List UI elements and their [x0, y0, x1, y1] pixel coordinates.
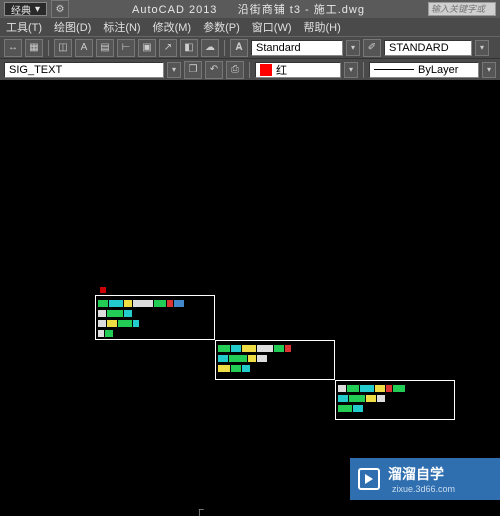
- block-content: [216, 341, 334, 377]
- watermark-brand: 溜溜自学: [388, 464, 455, 484]
- block-content: [336, 381, 454, 417]
- layer-select[interactable]: SIG_TEXT: [4, 62, 164, 78]
- separator: [363, 62, 364, 78]
- separator: [224, 40, 225, 56]
- textstyle-dropdown[interactable]: ▾: [346, 40, 360, 56]
- color-select[interactable]: 红: [255, 62, 341, 78]
- drawing-block[interactable]: [335, 380, 455, 420]
- layer-dropdown[interactable]: ▾: [167, 62, 181, 78]
- title-text: AutoCAD 2013 沿街商铺 t3 - 施工.dwg: [69, 1, 428, 17]
- text-icon[interactable]: A: [75, 39, 93, 57]
- drawing-block[interactable]: [215, 340, 335, 380]
- document-name: 沿街商铺 t3 - 施工.dwg: [238, 4, 365, 16]
- dimstyle-dropdown[interactable]: ▾: [475, 40, 489, 56]
- dimstyle-value: STANDARD: [389, 42, 449, 54]
- marker-icon: [100, 287, 106, 293]
- styles-toolbar: ↔ ▦ ◫ A ▤ ⊢ ▣ ↗ ◧ ☁ 𝐀 Standard ▾ ✐ STAND…: [0, 36, 500, 58]
- dimstyle-select[interactable]: STANDARD: [384, 40, 472, 56]
- drawing-canvas[interactable]: ┌: [0, 80, 500, 500]
- search-input[interactable]: [428, 2, 496, 16]
- app-name: AutoCAD 2013: [132, 4, 217, 16]
- menu-modify[interactable]: 修改(M): [153, 19, 192, 35]
- menu-dimension[interactable]: 标注(N): [103, 19, 140, 35]
- field-icon[interactable]: ▣: [138, 39, 156, 57]
- layer-value: SIG_TEXT: [9, 64, 62, 76]
- dim-icon[interactable]: ⊢: [117, 39, 135, 57]
- ucs-icon: ┌: [195, 502, 204, 516]
- drawing-block[interactable]: [95, 295, 215, 340]
- distance-icon[interactable]: ↔: [4, 39, 22, 57]
- block-icon[interactable]: ◫: [54, 39, 72, 57]
- menu-window[interactable]: 窗口(W): [252, 19, 292, 35]
- properties-toolbar: SIG_TEXT ▾ ❐ ↶ ⎙ 红 ▾ ByLayer ▾: [0, 58, 500, 80]
- textstyle-icon[interactable]: 𝐀: [230, 39, 248, 57]
- textstyle-select[interactable]: Standard: [251, 40, 343, 56]
- color-value: 红: [276, 62, 287, 78]
- textstyle-value: Standard: [256, 42, 301, 54]
- separator: [48, 40, 49, 56]
- layer-manager-icon[interactable]: ❐: [184, 61, 202, 79]
- menu-help[interactable]: 帮助(H): [304, 19, 341, 35]
- play-icon: [358, 468, 380, 490]
- separator: [249, 62, 250, 78]
- menu-bar: 工具(T) 绘图(D) 标注(N) 修改(M) 参数(P) 窗口(W) 帮助(H…: [0, 18, 500, 36]
- linetype-sample: [374, 69, 414, 70]
- watermark-url: zixue.3d66.com: [392, 484, 455, 494]
- linetype-value: ByLayer: [418, 64, 458, 76]
- color-dropdown[interactable]: ▾: [344, 62, 358, 78]
- watermark-badge: 溜溜自学 zixue.3d66.com: [350, 458, 500, 500]
- menu-draw[interactable]: 绘图(D): [54, 19, 91, 35]
- menu-parametric[interactable]: 参数(P): [203, 19, 240, 35]
- dimstyle-icon[interactable]: ✐: [363, 39, 381, 57]
- color-swatch: [260, 64, 272, 76]
- wipeout-icon[interactable]: ◧: [180, 39, 198, 57]
- cloud-icon[interactable]: ☁: [201, 39, 219, 57]
- area-icon[interactable]: ▦: [25, 39, 43, 57]
- workspace-settings-icon[interactable]: ⚙: [51, 0, 69, 18]
- menu-tools[interactable]: 工具(T): [6, 19, 42, 35]
- leader-icon[interactable]: ↗: [159, 39, 177, 57]
- linetype-select[interactable]: ByLayer: [369, 62, 479, 78]
- block-content: [96, 296, 214, 342]
- layer-state-icon[interactable]: ⎙: [226, 61, 244, 79]
- workspace-selector[interactable]: 经典 ▾: [4, 2, 47, 16]
- workspace-label: 经典: [11, 2, 31, 17]
- layer-previous-icon[interactable]: ↶: [205, 61, 223, 79]
- table-icon[interactable]: ▤: [96, 39, 114, 57]
- linetype-dropdown[interactable]: ▾: [482, 62, 496, 78]
- chevron-down-icon: ▾: [35, 4, 40, 15]
